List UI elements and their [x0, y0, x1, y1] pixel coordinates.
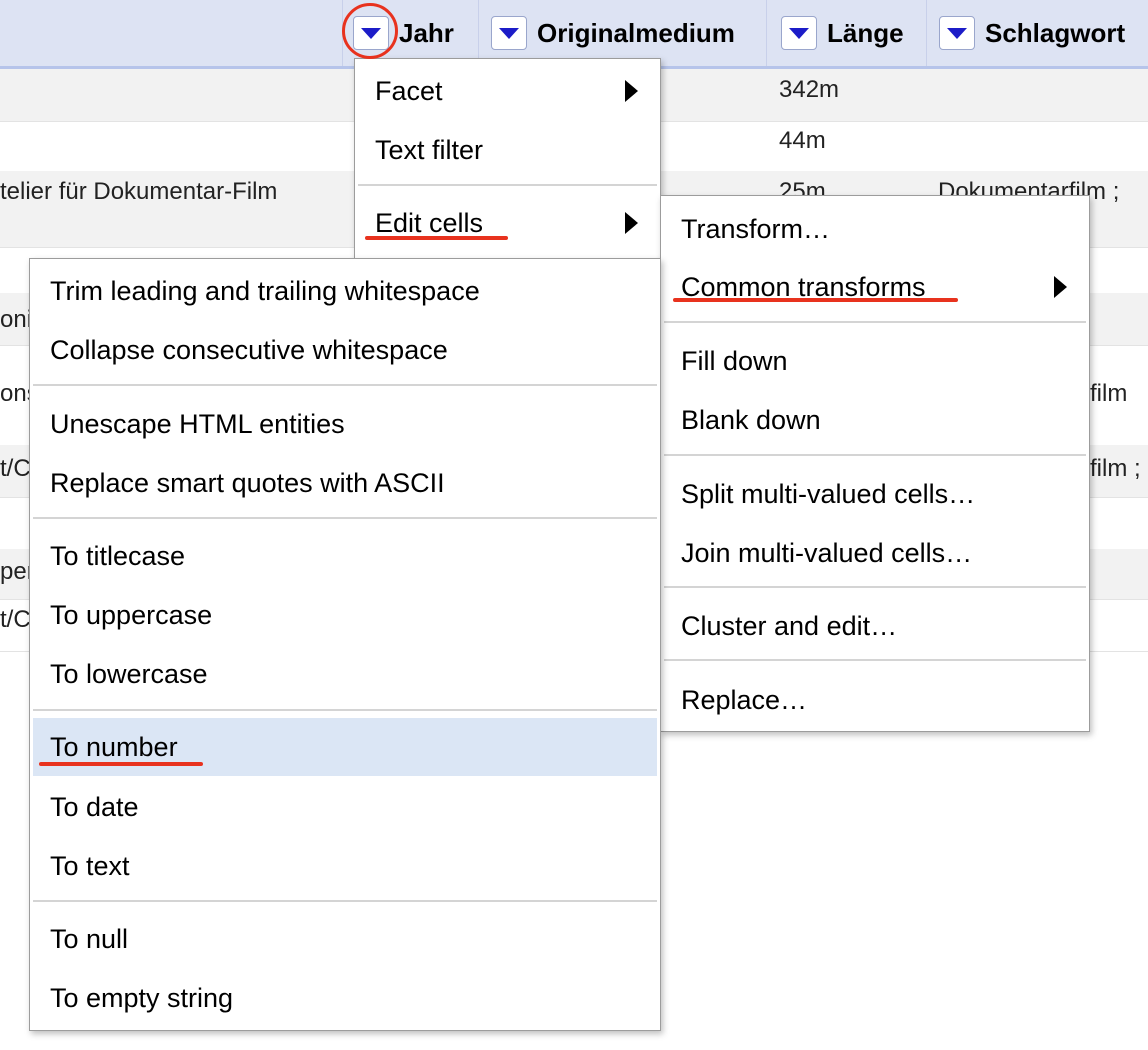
edit-cells-submenu: Transform… Common transforms Fill down B… [660, 195, 1090, 732]
column-dropdown-menu: Facet Text filter Edit cells [354, 58, 661, 260]
menu-item-fill-down[interactable]: Fill down [661, 333, 1089, 389]
menu-item-to-lowercase[interactable]: To lowercase [30, 646, 660, 702]
menu-item-label: Facet [375, 75, 443, 106]
menu-item-common-transforms[interactable]: Common transforms [661, 259, 1089, 315]
menu-separator [33, 709, 657, 711]
table-cell: t/C [0, 606, 29, 633]
menu-item-label: Collapse consecutive whitespace [50, 334, 448, 365]
common-transforms-submenu: Trim leading and trailing whitespace Col… [29, 258, 661, 1031]
column-dropdown-button-laenge[interactable] [781, 16, 817, 50]
table-cell: 44m [779, 127, 826, 154]
submenu-arrow-icon [625, 80, 638, 102]
table-cell: 342m [779, 76, 840, 103]
menu-item-label: To empty string [50, 982, 234, 1013]
dropdown-triangle-icon [789, 27, 809, 39]
column-title-jahr: Jahr [399, 17, 454, 48]
column-header-originalmedium[interactable]: Originalmedium [478, 0, 779, 66]
menu-item-label: To titlecase [50, 540, 186, 571]
menu-item-replace-smart-quotes[interactable]: Replace smart quotes with ASCII [30, 455, 660, 511]
menu-item-transform[interactable]: Transform… [661, 201, 1089, 257]
column-header-laenge[interactable]: Länge [766, 0, 941, 66]
menu-item-label: Transform… [681, 213, 831, 244]
menu-separator [33, 900, 657, 902]
menu-item-label: To text [50, 850, 130, 881]
table-cell: ons [0, 380, 29, 407]
menu-separator [358, 184, 657, 186]
menu-item-cluster-and-edit[interactable]: Cluster and edit… [661, 598, 1089, 654]
menu-item-split-multi-valued[interactable]: Split multi-valued cells… [661, 466, 1089, 522]
menu-item-to-number[interactable]: To number [33, 718, 657, 776]
menu-item-label: Replace… [681, 684, 808, 715]
column-title-laenge: Länge [827, 17, 904, 48]
column-title-schlagwort: Schlagwort [985, 17, 1126, 48]
menu-item-label: Replace smart quotes with ASCII [50, 467, 445, 498]
menu-item-to-text[interactable]: To text [30, 838, 660, 894]
menu-item-join-multi-valued[interactable]: Join multi-valued cells… [661, 525, 1089, 581]
menu-item-label: Unescape HTML entities [50, 408, 345, 439]
menu-item-to-null[interactable]: To null [30, 911, 660, 967]
annotation-underline [365, 236, 508, 240]
menu-separator [664, 321, 1086, 323]
annotation-underline [39, 762, 203, 766]
column-title-originalmedium: Originalmedium [537, 17, 735, 48]
menu-item-facet[interactable]: Facet [355, 63, 660, 119]
menu-separator [664, 454, 1086, 456]
table-cell: film [1090, 380, 1128, 407]
menu-separator [33, 384, 657, 386]
column-dropdown-button-schlagwort[interactable] [939, 16, 975, 50]
dropdown-triangle-icon [499, 27, 519, 39]
menu-item-unescape-html[interactable]: Unescape HTML entities [30, 396, 660, 452]
dropdown-triangle-icon [947, 27, 967, 39]
submenu-arrow-icon [1054, 276, 1067, 298]
menu-item-edit-cells[interactable]: Edit cells [355, 195, 660, 251]
menu-item-blank-down[interactable]: Blank down [661, 392, 1089, 448]
menu-item-label: Split multi-valued cells… [681, 478, 976, 509]
menu-item-label: To null [50, 923, 129, 954]
menu-item-label: Text filter [375, 134, 484, 165]
menu-separator [664, 659, 1086, 661]
menu-item-label: To date [50, 791, 139, 822]
column-dropdown-button-originalmedium[interactable] [491, 16, 527, 50]
table-cell: oni [0, 306, 29, 333]
menu-item-to-titlecase[interactable]: To titlecase [30, 528, 660, 584]
table-cell: per [0, 558, 29, 585]
menu-item-label: Blank down [681, 404, 821, 435]
menu-item-text-filter[interactable]: Text filter [355, 122, 660, 178]
table-cell: telier für Dokumentar-Film [0, 178, 278, 205]
submenu-arrow-icon [625, 212, 638, 234]
menu-item-replace[interactable]: Replace… [661, 672, 1089, 728]
menu-item-to-uppercase[interactable]: To uppercase [30, 587, 660, 643]
menu-item-to-empty-string[interactable]: To empty string [30, 970, 660, 1026]
table-cell: film ; [1090, 455, 1141, 482]
menu-item-label: Join multi-valued cells… [681, 537, 973, 568]
menu-item-label: To lowercase [50, 658, 208, 689]
menu-item-label: Edit cells [375, 207, 484, 238]
annotation-underline [673, 298, 958, 302]
menu-item-label: To number [50, 731, 178, 762]
menu-item-to-date[interactable]: To date [30, 779, 660, 835]
menu-item-trim-whitespace[interactable]: Trim leading and trailing whitespace [30, 263, 660, 319]
menu-separator [33, 517, 657, 519]
annotation-circle [342, 3, 398, 59]
menu-item-label: Fill down [681, 345, 788, 376]
menu-item-label: To uppercase [50, 599, 213, 630]
table-cell: t/C [0, 455, 29, 482]
column-header-schlagwort[interactable]: Schlagwort [926, 0, 1148, 66]
menu-item-label: Trim leading and trailing whitespace [50, 275, 480, 306]
menu-item-label: Cluster and edit… [681, 610, 898, 641]
menu-separator [664, 586, 1086, 588]
menu-item-collapse-whitespace[interactable]: Collapse consecutive whitespace [30, 322, 660, 378]
